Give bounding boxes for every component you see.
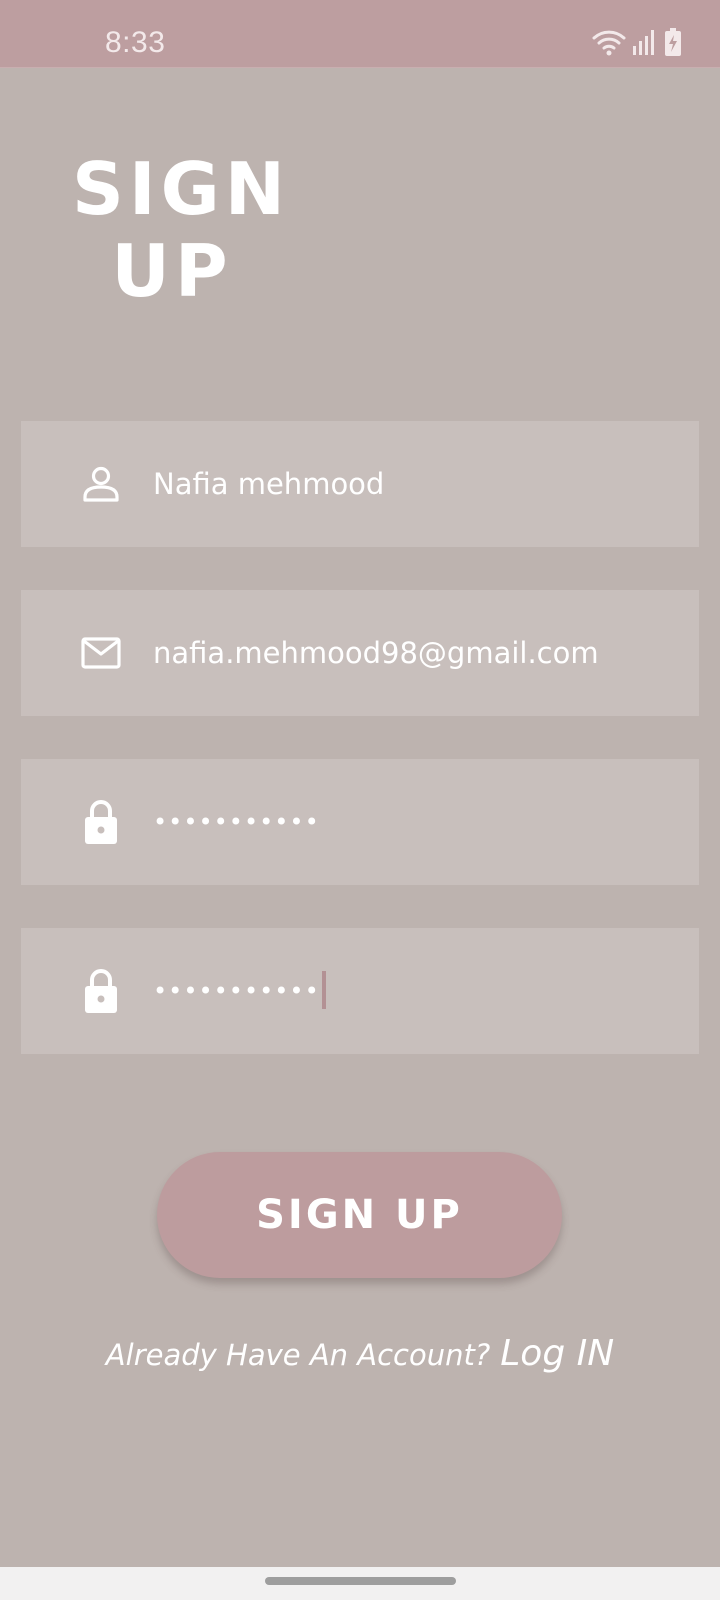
navigation-bar — [0, 1567, 720, 1600]
cell-signal-icon — [632, 28, 658, 60]
email-input[interactable]: nafia.mehmood98@gmail.com — [153, 590, 599, 716]
mail-icon — [81, 633, 121, 673]
person-icon — [81, 464, 121, 504]
title-line-1: SIGN — [72, 147, 290, 231]
name-input[interactable]: Nafia mehmood — [153, 421, 384, 547]
page-title: SIGN UP — [72, 147, 290, 313]
confirm-password-input[interactable]: ••••••••••• — [153, 928, 326, 1054]
sign-up-button[interactable]: SIGN UP — [157, 1152, 562, 1278]
battery-charging-icon — [664, 27, 682, 61]
email-field[interactable]: nafia.mehmood98@gmail.com — [21, 590, 699, 716]
home-gesture-handle[interactable] — [265, 1577, 456, 1585]
confirm-password-text: ••••••••••• — [153, 977, 320, 1005]
name-field[interactable]: Nafia mehmood — [21, 421, 699, 547]
login-prompt-row: Already Have An Account? Log IN — [0, 1333, 720, 1374]
login-link[interactable]: Log IN — [500, 1333, 614, 1374]
title-line-2: UP — [111, 229, 233, 313]
confirm-password-field[interactable]: ••••••••••• — [21, 928, 699, 1054]
login-prompt-text: Already Have An Account? — [105, 1338, 491, 1372]
wifi-icon — [592, 28, 626, 60]
lock-icon — [81, 800, 121, 844]
password-input[interactable]: ••••••••••• — [153, 759, 320, 885]
status-time: 8:33 — [105, 26, 166, 59]
text-caret — [321, 971, 326, 1009]
password-field[interactable]: ••••••••••• — [21, 759, 699, 885]
status-bar: 8:33 — [0, 0, 720, 68]
lock-icon — [81, 969, 121, 1013]
status-icons — [592, 28, 682, 60]
